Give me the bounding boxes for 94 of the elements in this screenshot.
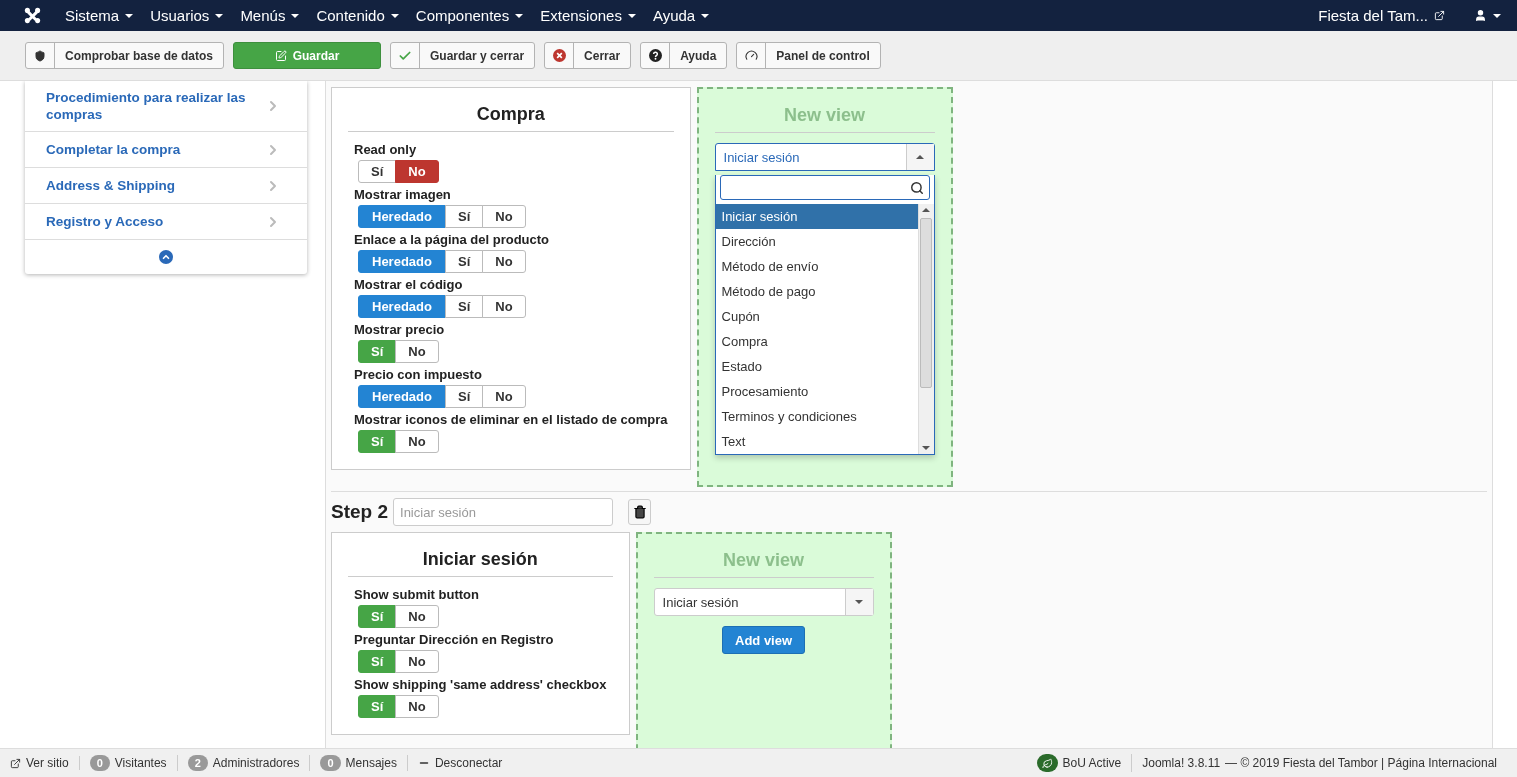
status-label: Visitantes — [114, 756, 167, 770]
option-label: Mostrar iconos de eliminar en el listado de compra — [354, 412, 668, 427]
gauge-icon — [744, 49, 758, 62]
view-title: Compra — [348, 96, 674, 132]
caret-icon — [627, 13, 636, 18]
external-link-icon — [1434, 10, 1445, 21]
view-select[interactable]: Iniciar sesión — [714, 143, 935, 171]
toolbar-button[interactable]: Panel de control — [736, 42, 881, 69]
status-label: Administradores — [212, 756, 300, 770]
caret-icon — [916, 155, 925, 159]
new-view-title: New view — [714, 97, 935, 133]
caret-icon — [701, 13, 710, 18]
sidebar-item[interactable]: Completar la compra — [25, 132, 307, 168]
sidebar-item[interactable]: Address & Shipping — [25, 168, 307, 204]
toggle-option[interactable]: Heredado — [358, 205, 446, 228]
caret-icon — [215, 13, 224, 18]
toggle-option[interactable]: Heredado — [358, 295, 446, 318]
toggle-option[interactable]: No — [395, 160, 439, 183]
toggle-option[interactable]: No — [482, 205, 526, 228]
collapse-icon[interactable] — [159, 250, 173, 264]
toolbar-button[interactable]: Guardar y cerrar — [390, 42, 536, 69]
help-icon — [648, 49, 662, 62]
copyright-text: — © 2019 Fiesta del Tambor | Página Internacional — [1225, 756, 1497, 770]
menu-item[interactable]: Ayuda — [652, 7, 710, 24]
edit-icon — [274, 49, 287, 62]
option-label: Show shipping 'same address' checkbox — [354, 677, 607, 692]
menu-item[interactable]: Usuarios — [150, 7, 224, 24]
toggle-option[interactable]: Heredado — [358, 250, 446, 273]
version-text: Joomla! 3.8.11 — [1142, 756, 1221, 770]
user-menu[interactable] — [1474, 9, 1501, 22]
option-label: Enlace a la página del producto — [354, 232, 551, 247]
menu-item[interactable]: Componentes — [415, 7, 524, 24]
menu-item[interactable]: Menús — [240, 7, 300, 24]
toggle-option[interactable]: No — [395, 340, 439, 363]
joomla-logo[interactable] — [24, 7, 41, 24]
caret-icon — [125, 13, 134, 18]
view-select[interactable]: Iniciar sesión — [653, 588, 874, 616]
external-link-icon — [10, 757, 21, 769]
menu-item[interactable]: Extensiones — [540, 7, 636, 24]
toggle-option[interactable]: Sí — [444, 250, 484, 273]
toggle-option[interactable]: No — [395, 605, 439, 628]
search-icon — [909, 180, 924, 195]
trash-icon — [632, 505, 647, 519]
caret-icon — [1493, 13, 1501, 18]
toggle-option[interactable]: No — [395, 695, 439, 718]
user-icon — [1474, 9, 1487, 22]
toolbar-button[interactable]: Ayuda — [640, 42, 728, 69]
toggle-option[interactable]: Sí — [358, 160, 397, 183]
option-label: Read only — [354, 142, 418, 157]
toggle-option[interactable]: Heredado — [358, 385, 446, 408]
toggle-option[interactable]: No — [395, 650, 439, 673]
sidebar-item[interactable]: Registro y Acceso — [25, 204, 307, 240]
step-name-field[interactable]: Iniciar sesión — [393, 498, 614, 526]
toggle-option[interactable]: No — [395, 430, 439, 453]
option-label: Precio con impuesto — [354, 367, 483, 382]
new-view-title: New view — [653, 542, 874, 578]
option-label: Preguntar Dirección en Registro — [354, 632, 555, 647]
caret-icon — [291, 13, 300, 18]
delete-button[interactable] — [628, 499, 652, 525]
caret-icon — [855, 600, 864, 604]
caret-icon — [515, 13, 524, 18]
toggle-option[interactable]: No — [482, 385, 526, 408]
option-label: Mostrar precio — [354, 322, 446, 337]
add-view-button[interactable]: Add view — [722, 626, 806, 654]
toolbar-button[interactable]: Comprobar base de datos — [25, 42, 225, 69]
status-badge — [1036, 754, 1058, 772]
toggle-option[interactable]: Sí — [444, 295, 484, 318]
option-label: Show submit button — [354, 587, 480, 602]
toolbar-button[interactable]: Cerrar — [544, 42, 632, 69]
logout-link[interactable]: Desconectar — [417, 756, 503, 770]
menu-item[interactable]: Contenido — [316, 7, 399, 24]
count-badge: 0 — [320, 755, 341, 771]
shield-icon — [34, 49, 46, 62]
toggle-option[interactable]: No — [482, 295, 526, 318]
option-label: Mostrar el código — [354, 277, 464, 292]
site-link[interactable]: Fiesta del Tam... — [1318, 7, 1445, 24]
option-label: Mostrar imagen — [354, 187, 452, 202]
toggle-option[interactable]: Sí — [444, 205, 484, 228]
close-circle-icon — [552, 49, 566, 62]
view-site-link[interactable]: Ver sitio — [10, 756, 69, 770]
status-label: BoU Active — [1062, 756, 1122, 770]
toggle-option[interactable]: Sí — [444, 385, 484, 408]
status-label: Mensajes — [345, 756, 397, 770]
count-badge: 0 — [89, 755, 110, 771]
view-title: Iniciar sesión — [348, 541, 613, 577]
search-field[interactable] — [719, 175, 930, 200]
count-badge: 2 — [187, 755, 208, 771]
dropdown-option[interactable]: Text — [715, 429, 918, 454]
caret-icon — [390, 13, 399, 18]
toggle-option[interactable]: No — [482, 250, 526, 273]
sidebar-item[interactable]: Procedimiento para realizar las compras — [25, 81, 307, 132]
menu-item[interactable]: Sistema — [65, 7, 134, 24]
dropdown-option[interactable]: Iniciar sesión — [715, 204, 918, 229]
step-label: Step 2 — [331, 501, 389, 523]
